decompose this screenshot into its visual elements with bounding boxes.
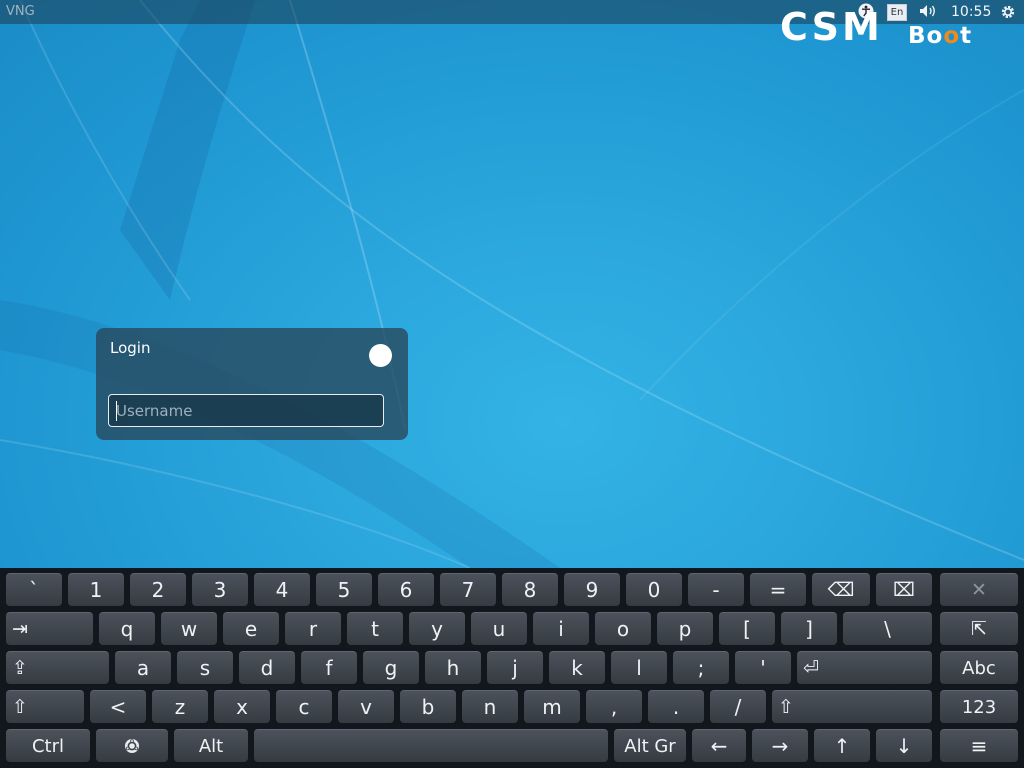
key-t[interactable]: t <box>347 612 403 645</box>
key-backspace[interactable]: ⌫ <box>812 573 870 606</box>
key-arrow-down[interactable]: ↓ <box>876 729 932 762</box>
key-space[interactable] <box>254 729 608 762</box>
key-alt[interactable]: Alt <box>174 729 248 762</box>
key-equals[interactable]: = <box>750 573 806 606</box>
key-3[interactable]: 3 <box>192 573 248 606</box>
key-8[interactable]: 8 <box>502 573 558 606</box>
desktop-wallpaper <box>0 0 1024 568</box>
key-caps-lock[interactable]: ⇪ <box>6 651 109 684</box>
key-e[interactable]: e <box>223 612 279 645</box>
key-pointer-mode[interactable]: ⇱ <box>940 612 1018 645</box>
csm-boot-logo: CSM Boot <box>780 5 971 49</box>
user-avatar-dot <box>369 344 392 367</box>
key-semicolon[interactable]: ; <box>673 651 729 684</box>
key-b[interactable]: b <box>400 690 456 723</box>
key-p[interactable]: p <box>657 612 713 645</box>
key-super[interactable] <box>96 729 168 762</box>
key-numeric-layout[interactable]: 123 <box>940 690 1018 723</box>
key-j[interactable]: j <box>487 651 543 684</box>
key-n[interactable]: n <box>462 690 518 723</box>
key-shift-right[interactable]: ⇧ <box>772 690 932 723</box>
key-l[interactable]: l <box>611 651 667 684</box>
key-u[interactable]: u <box>471 612 527 645</box>
key-ctrl[interactable]: Ctrl <box>6 729 90 762</box>
key-d[interactable]: d <box>239 651 295 684</box>
key-arrow-right[interactable]: → <box>752 729 808 762</box>
key-m[interactable]: m <box>524 690 580 723</box>
key-s[interactable]: s <box>177 651 233 684</box>
key-minus[interactable]: - <box>688 573 744 606</box>
key-i[interactable]: i <box>533 612 589 645</box>
key-a[interactable]: a <box>115 651 171 684</box>
key-right-bracket[interactable]: ] <box>781 612 837 645</box>
key-backslash[interactable]: \ <box>843 612 932 645</box>
username-input[interactable] <box>108 394 384 427</box>
key-arrow-left[interactable]: ← <box>692 729 746 762</box>
volume-icon[interactable] <box>918 3 938 23</box>
key-q[interactable]: q <box>99 612 155 645</box>
key-slash[interactable]: / <box>710 690 766 723</box>
key-close-keyboard[interactable]: ✕ <box>940 573 1018 606</box>
key-k[interactable]: k <box>549 651 605 684</box>
key-shift-left[interactable]: ⇧ <box>6 690 84 723</box>
logo-primary-text: CSM <box>780 5 883 49</box>
key-x[interactable]: x <box>214 690 270 723</box>
clock[interactable]: 10:55 <box>951 4 991 20</box>
key-y[interactable]: y <box>409 612 465 645</box>
key-w[interactable]: w <box>161 612 217 645</box>
key-alt-gr[interactable]: Alt Gr <box>614 729 686 762</box>
key-r[interactable]: r <box>285 612 341 645</box>
key-backtick[interactable]: ` <box>6 573 62 606</box>
key-apostrophe[interactable]: ' <box>735 651 791 684</box>
wallpaper-swooshes <box>0 0 1024 568</box>
logo-secondary-text: Boot <box>908 23 973 49</box>
key-1[interactable]: 1 <box>68 573 124 606</box>
key-g[interactable]: g <box>363 651 419 684</box>
key-tab[interactable]: ⇥ <box>6 612 93 645</box>
key-o[interactable]: o <box>595 612 651 645</box>
key-left-bracket[interactable]: [ <box>719 612 775 645</box>
key-0[interactable]: 0 <box>626 573 682 606</box>
key-z[interactable]: z <box>152 690 208 723</box>
key-less-than[interactable]: < <box>90 690 146 723</box>
key-arrow-up[interactable]: ↑ <box>814 729 870 762</box>
key-h[interactable]: h <box>425 651 481 684</box>
key-7[interactable]: 7 <box>440 573 496 606</box>
onscreen-keyboard: ` 1 2 3 4 5 6 7 8 9 0 - = ⌫ ⌧ ✕ ⇥ q w e … <box>0 568 1024 768</box>
key-9[interactable]: 9 <box>564 573 620 606</box>
login-title: Login <box>110 339 151 357</box>
key-v[interactable]: v <box>338 690 394 723</box>
power-gear-icon[interactable] <box>999 3 1017 25</box>
key-period[interactable]: . <box>648 690 704 723</box>
key-4[interactable]: 4 <box>254 573 310 606</box>
text-caret <box>116 401 117 421</box>
key-f[interactable]: f <box>301 651 357 684</box>
login-box: Login <box>96 328 408 440</box>
hostname-label: VNG <box>6 4 35 19</box>
keyboard-layout-indicator[interactable]: En <box>887 4 907 21</box>
key-menu[interactable]: ≡ <box>940 729 1018 762</box>
key-abc-layout[interactable]: Abc <box>940 651 1018 684</box>
key-clear[interactable]: ⌧ <box>876 573 932 606</box>
ubuntu-logo-icon <box>125 739 139 753</box>
key-5[interactable]: 5 <box>316 573 372 606</box>
key-c[interactable]: c <box>276 690 332 723</box>
key-2[interactable]: 2 <box>130 573 186 606</box>
key-comma[interactable]: , <box>586 690 642 723</box>
key-6[interactable]: 6 <box>378 573 434 606</box>
key-enter[interactable]: ⏎ <box>797 651 932 684</box>
